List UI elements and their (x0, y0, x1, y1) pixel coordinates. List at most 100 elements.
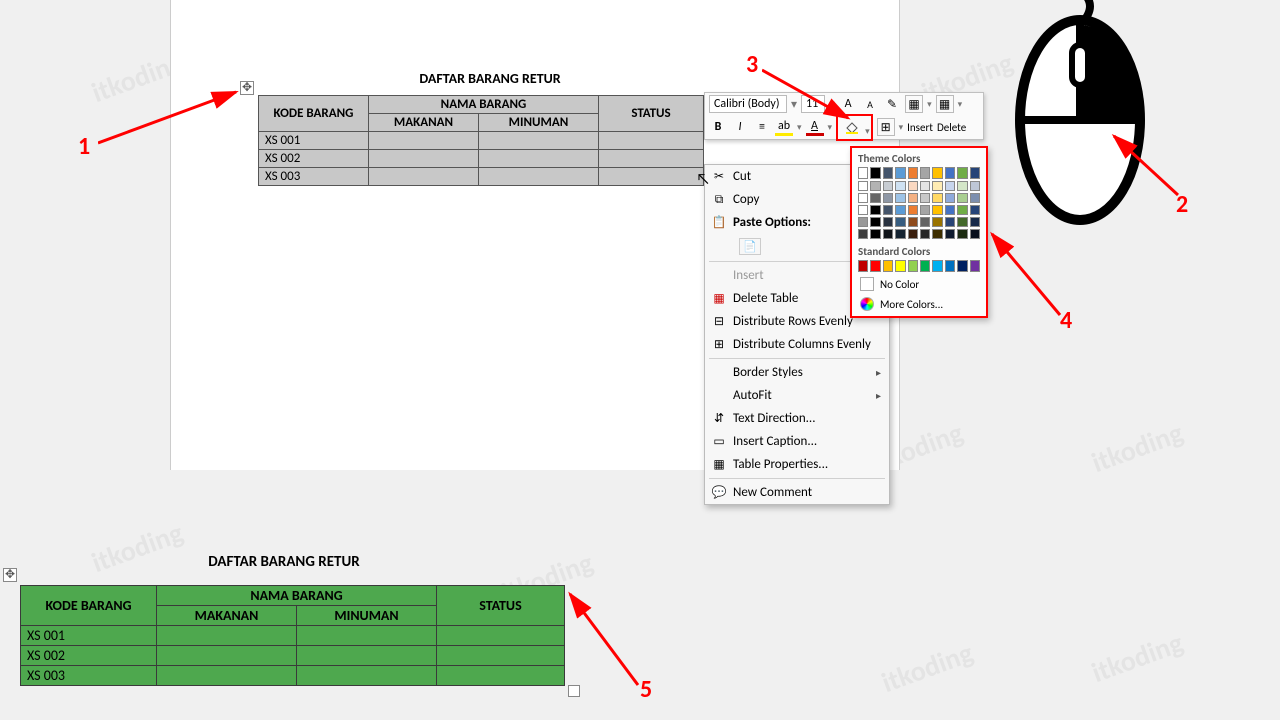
bold-button[interactable]: B (709, 118, 727, 136)
ctx-dist-cols[interactable]: ⊞Distribute Columns Evenly (705, 333, 889, 356)
color-swatch[interactable] (945, 260, 955, 272)
color-swatch[interactable] (920, 193, 930, 203)
color-swatch[interactable] (858, 229, 868, 239)
table-move-handle-icon[interactable]: ✥ (240, 81, 254, 95)
highlight-icon[interactable]: ab (775, 118, 793, 136)
ctx-table-properties[interactable]: ▦Table Properties... (705, 453, 889, 476)
ctx-text-direction[interactable]: ⇵Text Direction... (705, 407, 889, 430)
font-size-select[interactable]: 11 (801, 95, 825, 113)
color-swatch[interactable] (957, 217, 967, 227)
th-makanan[interactable]: MAKANAN (369, 114, 479, 132)
color-swatch[interactable] (970, 217, 980, 227)
color-swatch[interactable] (870, 205, 880, 215)
th-status[interactable]: STATUS (437, 586, 565, 626)
cell-kode[interactable]: XS 002 (259, 150, 369, 168)
ctx-border-styles[interactable]: Border Styles▸ (705, 361, 889, 384)
color-swatch[interactable] (883, 260, 893, 272)
color-swatch[interactable] (908, 217, 918, 227)
th-nama[interactable]: NAMA BARANG (369, 96, 599, 114)
color-swatch[interactable] (883, 217, 893, 227)
color-swatch[interactable] (858, 181, 868, 191)
color-swatch[interactable] (920, 167, 930, 179)
table-icon[interactable]: ▦ (936, 95, 954, 113)
color-swatch[interactable] (920, 217, 930, 227)
color-swatch[interactable] (945, 181, 955, 191)
color-swatch[interactable] (932, 260, 942, 272)
color-swatch[interactable] (920, 260, 930, 272)
color-swatch[interactable] (870, 229, 880, 239)
color-swatch[interactable] (970, 260, 980, 272)
color-swatch[interactable] (858, 193, 868, 203)
insert-button[interactable]: Insert (907, 121, 933, 134)
color-swatch[interactable] (908, 205, 918, 215)
color-swatch[interactable] (870, 217, 880, 227)
color-swatch[interactable] (870, 181, 880, 191)
color-swatch[interactable] (932, 181, 942, 191)
font-family-select[interactable]: Calibri (Body) (709, 95, 787, 113)
cell-kode[interactable]: XS 003 (21, 666, 157, 686)
color-swatch[interactable] (932, 193, 942, 203)
merge-icon[interactable]: ⊞ (877, 118, 895, 136)
color-swatch[interactable] (970, 167, 980, 179)
color-swatch[interactable] (908, 193, 918, 203)
color-swatch[interactable] (870, 167, 880, 179)
color-swatch[interactable] (957, 167, 967, 179)
color-swatch[interactable] (920, 229, 930, 239)
color-swatch[interactable] (870, 193, 880, 203)
color-swatch[interactable] (908, 260, 918, 272)
color-swatch[interactable] (957, 193, 967, 203)
color-swatch[interactable] (970, 205, 980, 215)
color-swatch[interactable] (858, 217, 868, 227)
color-swatch[interactable] (883, 205, 893, 215)
color-swatch[interactable] (895, 193, 905, 203)
cell-kode[interactable]: XS 002 (21, 646, 157, 666)
color-swatch[interactable] (970, 193, 980, 203)
color-swatch[interactable] (883, 167, 893, 179)
italic-button[interactable]: I (731, 118, 749, 136)
color-swatch[interactable] (870, 260, 880, 272)
color-swatch[interactable] (932, 229, 942, 239)
color-swatch[interactable] (945, 167, 955, 179)
th-minuman[interactable]: MINUMAN (297, 606, 437, 626)
color-swatch[interactable] (970, 229, 980, 239)
color-swatch[interactable] (970, 181, 980, 191)
th-status[interactable]: STATUS (599, 96, 704, 132)
color-swatch[interactable] (945, 193, 955, 203)
color-swatch[interactable] (957, 229, 967, 239)
color-swatch[interactable] (895, 205, 905, 215)
color-swatch[interactable] (858, 205, 868, 215)
ctx-new-comment[interactable]: 💬New Comment (705, 481, 889, 504)
color-swatch[interactable] (908, 229, 918, 239)
cell-kode[interactable]: XS 003 (259, 168, 369, 186)
color-swatch[interactable] (883, 193, 893, 203)
font-color-icon[interactable]: A (806, 118, 824, 136)
color-swatch[interactable] (895, 217, 905, 227)
color-swatch[interactable] (895, 260, 905, 272)
th-minuman[interactable]: MINUMAN (479, 114, 599, 132)
color-swatch[interactable] (858, 260, 868, 272)
color-swatch[interactable] (932, 217, 942, 227)
color-swatch[interactable] (908, 167, 918, 179)
shrink-font-icon[interactable]: A (861, 95, 879, 113)
th-nama[interactable]: NAMA BARANG (157, 586, 437, 606)
format-painter-icon[interactable]: ✎ (883, 95, 901, 113)
delete-button[interactable]: Delete (937, 121, 966, 134)
cell-kode[interactable]: XS 001 (259, 132, 369, 150)
cell-kode[interactable]: XS 001 (21, 626, 157, 646)
color-swatch[interactable] (957, 181, 967, 191)
color-swatch[interactable] (932, 167, 942, 179)
color-swatch[interactable] (932, 205, 942, 215)
color-swatch[interactable] (945, 229, 955, 239)
no-color-option[interactable]: No Color (852, 274, 986, 294)
table-1[interactable]: KODE BARANG NAMA BARANG STATUS MAKANAN M… (258, 95, 704, 186)
color-swatch[interactable] (895, 229, 905, 239)
color-swatch[interactable] (920, 205, 930, 215)
th-makanan[interactable]: MAKANAN (157, 606, 297, 626)
shading-button[interactable] (839, 117, 865, 137)
color-swatch[interactable] (908, 181, 918, 191)
ctx-insert-caption[interactable]: ▭Insert Caption... (705, 430, 889, 453)
color-swatch[interactable] (957, 260, 967, 272)
color-swatch[interactable] (895, 181, 905, 191)
color-swatch[interactable] (945, 217, 955, 227)
color-swatch[interactable] (945, 205, 955, 215)
